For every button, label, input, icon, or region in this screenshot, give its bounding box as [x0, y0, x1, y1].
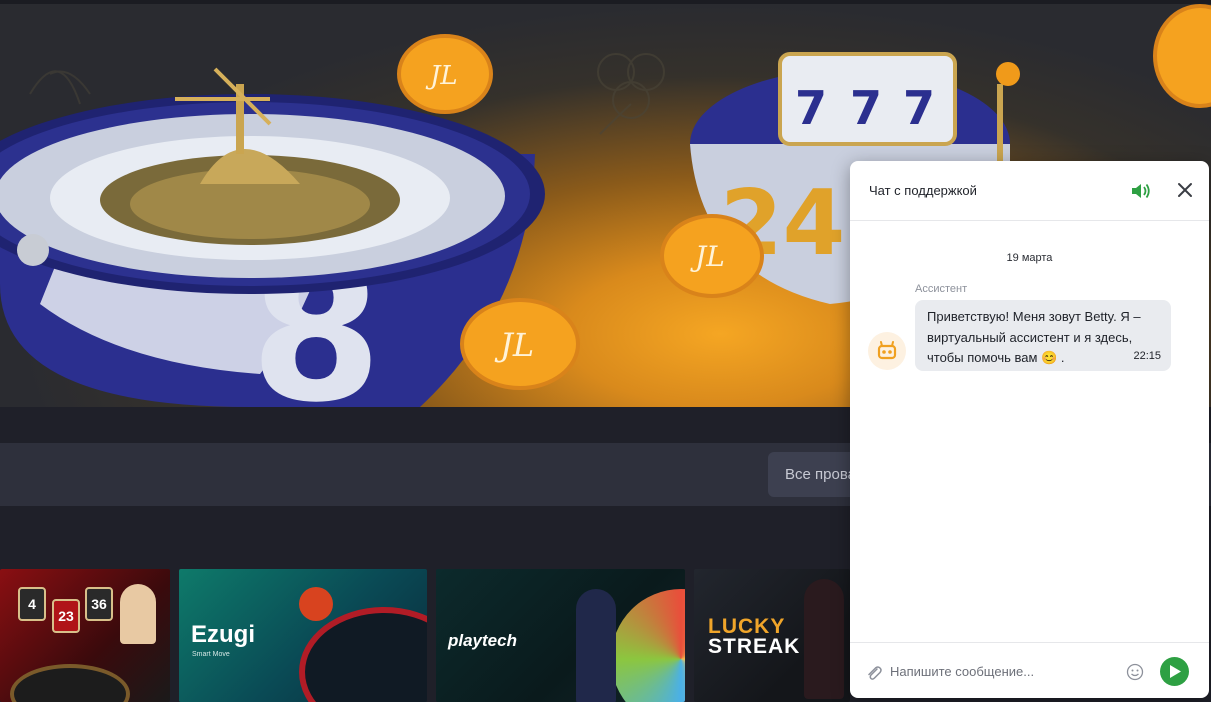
message-time: 22:15: [1133, 350, 1161, 362]
message-line: чтобы помочь вам 😊 .: [927, 350, 1065, 365]
dealer-figure: [120, 584, 156, 644]
svg-text:7: 7: [850, 81, 882, 135]
svg-text:JL: JL: [425, 61, 458, 91]
date-separator: 19 марта: [1006, 252, 1053, 264]
chat-input-row: [850, 642, 1209, 698]
support-chat-widget: Чат с поддержкой 19 марта Ассистент Прив…: [850, 161, 1209, 698]
chat-header: Чат с поддержкой: [850, 161, 1209, 221]
playtech-logo: playtech: [448, 631, 517, 650]
sound-icon[interactable]: [1130, 181, 1152, 201]
message-text: Приветствую! Меня зовут Betty. Я – вирту…: [927, 307, 1163, 369]
message-line: виртуальный ассистент и я здесь,: [927, 329, 1133, 345]
ezugi-tagline: Smart Move: [192, 651, 230, 658]
game-tile-ezugi[interactable]: Ezugi Smart Move: [179, 569, 427, 702]
svg-text:JL: JL: [690, 240, 725, 273]
message-input[interactable]: [890, 660, 1120, 682]
page: 8 24 7 7 7 JL JL JL Все провайдеры 4 23 …: [0, 0, 1211, 702]
game-tile-roulette[interactable]: 4 23 36: [0, 569, 170, 702]
svg-text:7: 7: [795, 81, 827, 135]
ball: [299, 587, 333, 621]
svg-text:7: 7: [903, 81, 935, 135]
number-card: 23: [52, 599, 80, 633]
ezugi-logo: Ezugi: [191, 621, 255, 648]
chat-title: Чат с поддержкой: [869, 183, 977, 198]
sender-name: Ассистент: [915, 283, 968, 295]
bot-icon: [868, 332, 906, 370]
message-line: Приветствую! Меня зовут Betty. Я –: [927, 309, 1141, 324]
roulette-wheel: [299, 607, 427, 702]
lucky-logo-line2: STREAK: [708, 635, 801, 658]
send-icon: [1170, 665, 1181, 678]
attach-icon[interactable]: [865, 664, 883, 682]
svg-text:JL: JL: [494, 326, 534, 364]
roulette-wheel: [10, 664, 130, 702]
dealer-figure: [576, 589, 616, 702]
message-bubble: Приветствую! Меня зовут Betty. Я – вирту…: [915, 300, 1171, 371]
number-card: 36: [85, 587, 113, 621]
money-wheel: [611, 589, 685, 702]
game-tile-playtech[interactable]: playtech: [436, 569, 685, 702]
send-button[interactable]: [1160, 657, 1189, 686]
emoji-icon[interactable]: [1126, 663, 1144, 681]
clover-decoration: [597, 53, 665, 135]
close-icon[interactable]: [1175, 180, 1195, 200]
game-tile-lucky-streak[interactable]: LUCKY STREAK: [694, 569, 850, 702]
number-card: 4: [18, 587, 46, 621]
dealer-figure: [804, 579, 844, 699]
